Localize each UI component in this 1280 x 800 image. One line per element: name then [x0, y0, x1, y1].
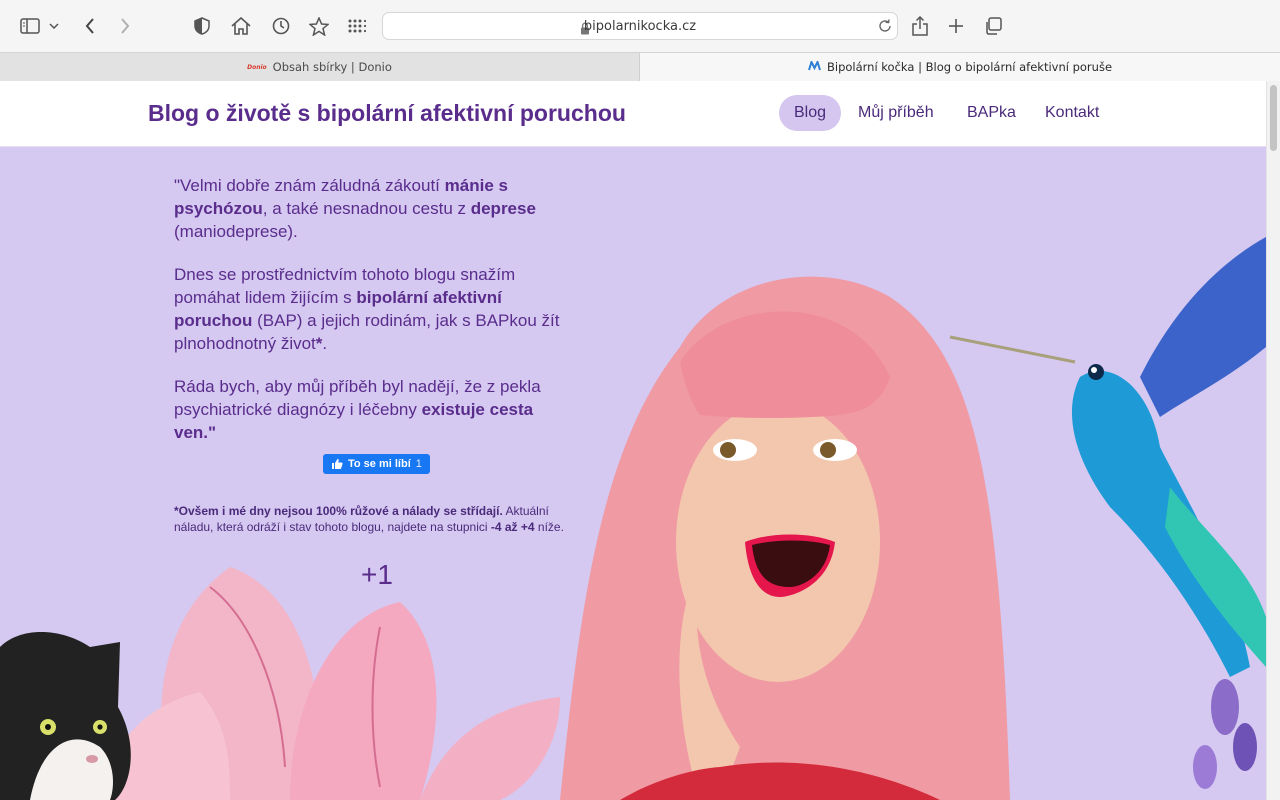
forward-icon[interactable] [111, 12, 139, 40]
mood-note: *Ovšem i mé dny nejsou 100% růžové a nál… [174, 504, 564, 534]
tab-label: Obsah sbírky | Donio [272, 60, 392, 74]
woman-photo [560, 276, 1010, 800]
chevron-down-icon[interactable] [44, 12, 64, 40]
share-icon[interactable] [906, 12, 934, 40]
hero-section: "Velmi dobře znám záludná zákoutí mánie … [0, 147, 1266, 800]
tab-donio[interactable]: Donio Obsah sbírky | Donio [0, 53, 640, 81]
tab-bipolarni-kocka[interactable]: Bipolární kočka | Blog o bipolární afekt… [640, 53, 1280, 81]
quote-paragraph-3: Ráda bych, aby můj příběh byl nadějí, že… [174, 377, 541, 442]
back-icon[interactable] [76, 12, 104, 40]
star-icon[interactable] [305, 12, 333, 40]
home-icon[interactable] [227, 12, 255, 40]
cat-image [0, 632, 131, 800]
tabs-icon[interactable] [979, 12, 1007, 40]
shield-icon[interactable] [188, 12, 216, 40]
intro-quote: "Velmi dobře znám záludná zákoutí mánie … [174, 174, 574, 464]
like-label: To se mi líbí [348, 458, 411, 470]
quote-paragraph-1: "Velmi dobře znám záludná zákoutí mánie … [174, 176, 536, 241]
tab-bar: Donio Obsah sbírky | Donio Bipolární koč… [0, 52, 1280, 81]
reload-icon[interactable] [877, 18, 893, 38]
tab-label: Bipolární kočka | Blog o bipolární afekt… [826, 60, 1113, 74]
site-header: Blog o životě s bipolární afektivní poru… [0, 81, 1266, 147]
page-scrollbar[interactable] [1266, 81, 1280, 800]
quote-paragraph-2: Dnes se prostřednictvím tohoto blogu sna… [174, 265, 560, 353]
facebook-like-button[interactable]: To se mi líbí 1 [323, 454, 430, 474]
bk-logo-icon [808, 58, 821, 74]
mood-value: +1 [361, 559, 393, 590]
nav-muj-pribeh[interactable]: Můj příběh [843, 95, 949, 131]
thumbs-up-icon [332, 459, 343, 469]
nav-blog[interactable]: Blog [779, 95, 842, 131]
url-text: bipolarnikocka.cz [583, 19, 697, 34]
nav-kontakt[interactable]: Kontakt [1030, 95, 1114, 131]
browser-toolbar: bipolarnikocka.cz [0, 0, 1280, 52]
like-count: 1 [415, 458, 422, 470]
history-icon[interactable] [267, 12, 295, 40]
sidebar-icon[interactable] [16, 12, 44, 40]
lotus-flower-image [100, 567, 560, 800]
nav-bapka[interactable]: BAPka [952, 95, 1031, 131]
donio-favicon-icon: Donio [247, 63, 267, 71]
lavender-image [1193, 679, 1257, 789]
scrollbar-thumb[interactable] [1270, 85, 1277, 151]
grid-icon[interactable] [343, 12, 371, 40]
site-title[interactable]: Blog o životě s bipolární afektivní poru… [148, 100, 626, 127]
plus-icon[interactable] [942, 12, 970, 40]
address-bar[interactable]: bipolarnikocka.cz [382, 12, 898, 40]
